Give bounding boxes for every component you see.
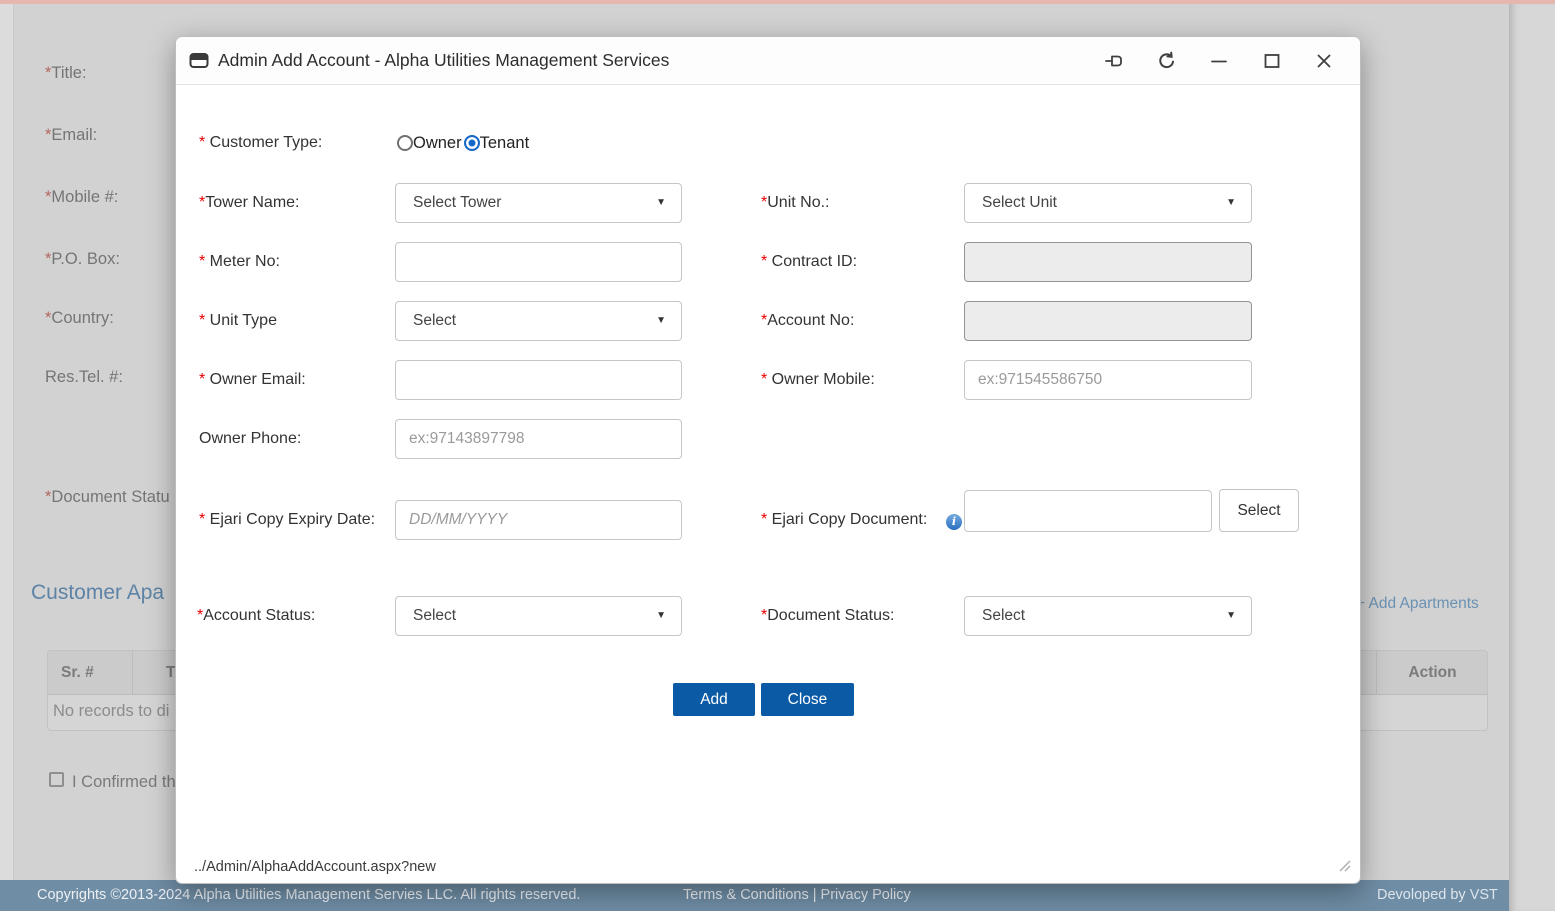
tower-name-label: *Tower Name: [199, 183, 299, 223]
chevron-down-icon: ▼ [1226, 184, 1236, 222]
unit-no-label: *Unit No.: [761, 183, 829, 223]
scrollbar-track[interactable] [1509, 4, 1555, 911]
dialog-titlebar[interactable]: Admin Add Account - Alpha Utilities Mana… [176, 37, 1360, 85]
bg-label-country: *Country: [45, 309, 114, 328]
column-divider [132, 651, 133, 695]
dialog-status-url: ../Admin/AlphaAddAccount.aspx?new [194, 850, 436, 885]
unit-no-select[interactable]: Select Unit ▼ [964, 183, 1252, 223]
meter-no-input[interactable] [395, 242, 682, 282]
bg-label-pobox: *P.O. Box: [45, 250, 120, 269]
chevron-down-icon: ▼ [656, 597, 666, 635]
tenant-radio[interactable] [464, 135, 480, 151]
contract-id-input [964, 242, 1252, 282]
column-header-action: Action [1376, 664, 1488, 682]
refresh-icon[interactable] [1151, 46, 1181, 76]
owner-mobile-input[interactable] [964, 360, 1252, 400]
resize-grip-icon[interactable] [1334, 855, 1352, 873]
ejari-document-label: * Ejari Copy Document: [761, 500, 927, 540]
dialog-window-icon [189, 52, 209, 69]
account-status-label: *Account Status: [197, 596, 315, 636]
add-button[interactable]: Add [673, 683, 755, 716]
unit-type-label: * Unit Type [199, 301, 277, 341]
meter-no-label: * Meter No: [199, 242, 280, 282]
add-apartments-link[interactable]: + Add Apartments [1356, 595, 1479, 613]
owner-mobile-label: * Owner Mobile: [761, 360, 875, 400]
customer-type-radio-group: Owner Tenant [397, 123, 529, 163]
ejari-expiry-label: * Ejari Copy Expiry Date: [199, 500, 375, 540]
top-edge-accent-bar [0, 0, 1555, 4]
confirm-checkbox-label: I Confirmed th [72, 773, 176, 792]
customer-apartments-heading: Customer Apa [31, 581, 164, 605]
unit-type-select[interactable]: Select ▼ [395, 301, 682, 341]
document-status-label: *Document Status: [761, 596, 894, 636]
info-icon[interactable]: i [946, 514, 962, 530]
footer-developed-by: Devoloped by VST [1377, 880, 1498, 911]
close-button[interactable]: Close [761, 683, 854, 716]
no-records-text: No records to di [53, 702, 169, 721]
minimize-icon[interactable] [1204, 46, 1234, 76]
close-icon[interactable] [1309, 46, 1339, 76]
owner-email-input[interactable] [395, 360, 682, 400]
admin-add-account-dialog: Admin Add Account - Alpha Utilities Mana… [175, 36, 1361, 884]
owner-radio[interactable] [397, 135, 413, 151]
owner-radio-label: Owner [413, 134, 462, 153]
dialog-title: Admin Add Account - Alpha Utilities Mana… [218, 50, 669, 71]
account-no-label: *Account No: [761, 301, 854, 341]
bg-label-res-tel: Res.Tel. #: [45, 368, 123, 387]
column-divider [1376, 651, 1377, 695]
owner-email-label: * Owner Email: [199, 360, 306, 400]
account-status-select[interactable]: Select ▼ [395, 596, 682, 636]
document-status-select[interactable]: Select ▼ [964, 596, 1252, 636]
ejari-expiry-date-input[interactable] [395, 500, 682, 540]
account-no-input [964, 301, 1252, 341]
tower-name-select[interactable]: Select Tower ▼ [395, 183, 682, 223]
owner-phone-input[interactable] [395, 419, 682, 459]
bg-label-mobile: *Mobile #: [45, 188, 118, 207]
tenant-radio-label: Tenant [480, 134, 530, 153]
chevron-down-icon: ▼ [656, 302, 666, 340]
customer-type-label: * Customer Type: [199, 123, 322, 163]
chevron-down-icon: ▼ [1226, 597, 1236, 635]
ejari-document-select-button[interactable]: Select [1219, 489, 1299, 532]
bg-label-document-status: *Document Statu [45, 488, 170, 507]
footer-terms-privacy-links[interactable]: Terms & Conditions | Privacy Policy [683, 880, 911, 911]
window-left-edge [0, 4, 14, 911]
maximize-icon[interactable] [1257, 46, 1287, 76]
column-header-sr: Sr. # [61, 664, 94, 682]
bg-label-title: *Title: [45, 64, 87, 83]
chevron-down-icon: ▼ [656, 184, 666, 222]
bg-label-email: *Email: [45, 126, 97, 145]
ejari-document-input[interactable] [964, 490, 1212, 532]
pin-icon[interactable] [1099, 46, 1129, 76]
owner-phone-label: Owner Phone: [199, 419, 301, 459]
contract-id-label: * Contract ID: [761, 242, 857, 282]
confirm-checkbox[interactable] [49, 772, 64, 787]
